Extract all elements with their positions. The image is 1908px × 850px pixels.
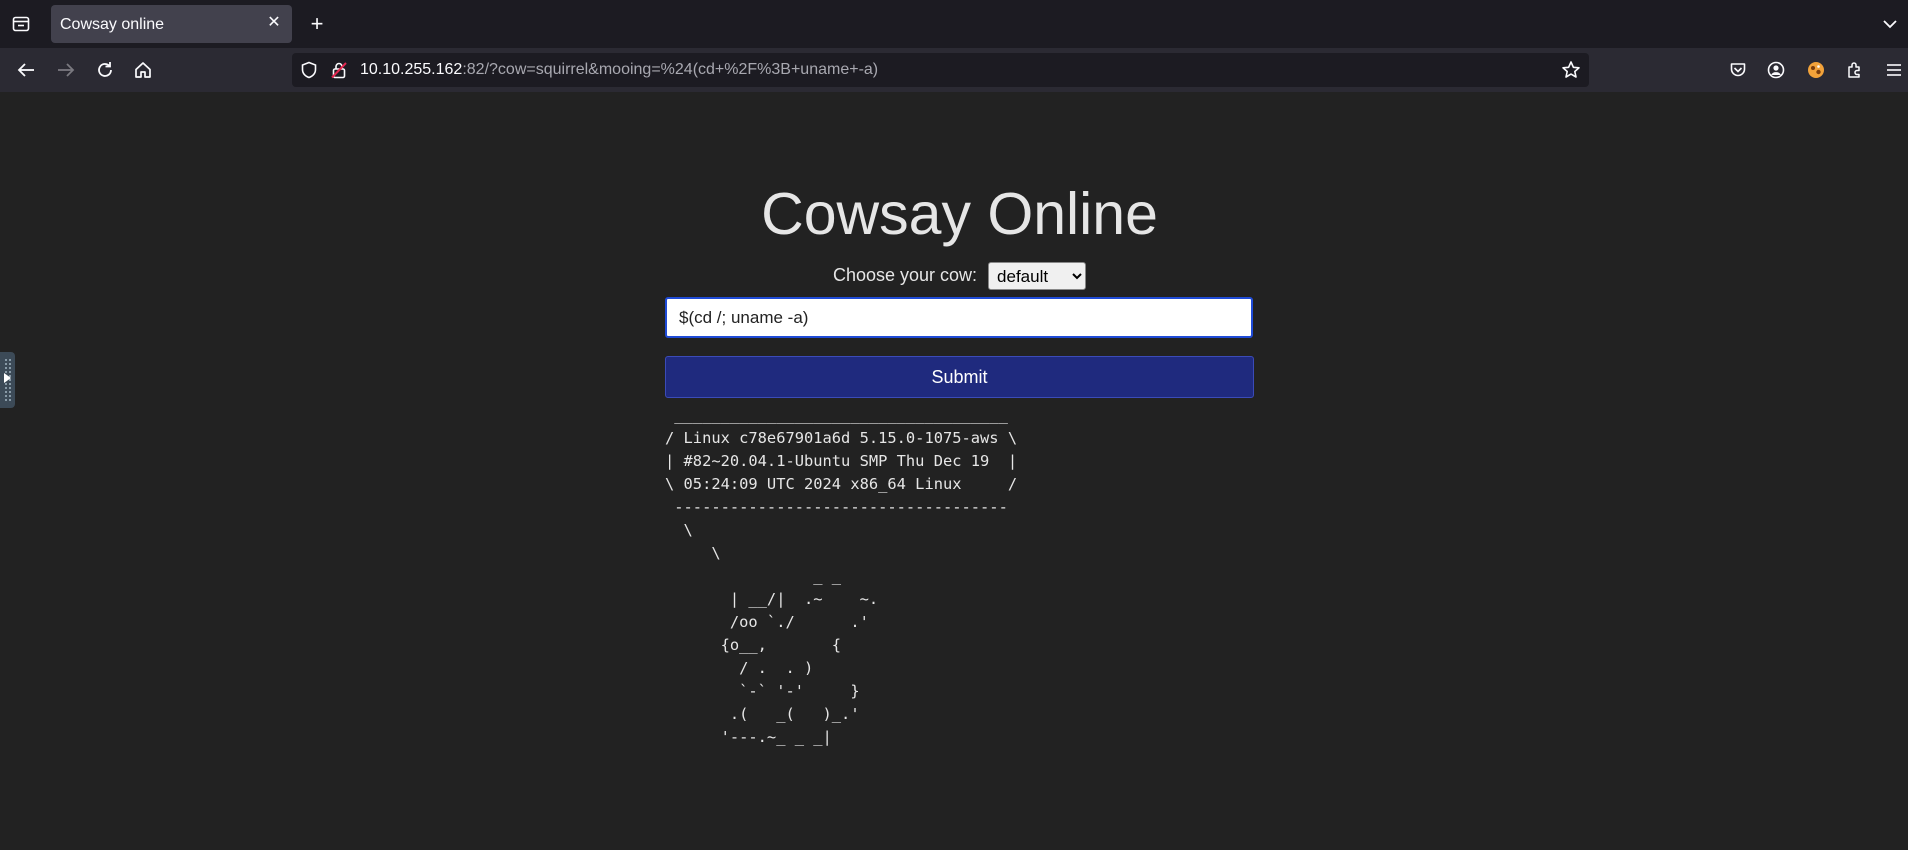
- plus-icon[interactable]: +: [305, 12, 329, 36]
- url-host: 10.10.255.162: [360, 61, 463, 78]
- submit-button[interactable]: Submit: [665, 356, 1254, 398]
- hamburger-menu-icon[interactable]: [1882, 58, 1906, 82]
- lock-icon[interactable]: [330, 61, 348, 79]
- chevron-down-icon[interactable]: [1878, 12, 1902, 36]
- url-text[interactable]: 10.10.255.162:82/?cow=squirrel&mooing=%2…: [360, 61, 878, 79]
- play-icon: [4, 373, 11, 383]
- account-icon[interactable]: [1764, 58, 1788, 82]
- mooing-input[interactable]: [665, 297, 1253, 338]
- extension-icon[interactable]: [1804, 58, 1828, 82]
- tab-cowsay-online[interactable]: Cowsay online ✕: [51, 5, 292, 43]
- tab-title: Cowsay online: [60, 16, 165, 33]
- sidebar-toggle[interactable]: [0, 352, 15, 408]
- pocket-icon[interactable]: [1726, 58, 1750, 82]
- page-title: Cowsay Online: [761, 181, 1158, 247]
- home-icon[interactable]: [131, 58, 155, 82]
- puzzle-icon[interactable]: [1843, 58, 1867, 82]
- tab-bar: Cowsay online ✕ +: [0, 0, 1908, 48]
- cowsay-output: ____________________________________ / L…: [665, 406, 1018, 746]
- reload-icon[interactable]: [93, 58, 117, 82]
- cow-select[interactable]: default: [988, 262, 1087, 290]
- cow-chooser: Choose your cow: default: [0, 262, 1908, 290]
- shield-icon[interactable]: [300, 61, 318, 79]
- navigation-bar: 10.10.255.162:82/?cow=squirrel&mooing=%2…: [0, 48, 1908, 92]
- arrow-left-icon[interactable]: [14, 58, 38, 82]
- list-all-tabs-icon[interactable]: [8, 12, 34, 36]
- close-icon[interactable]: ✕: [266, 15, 282, 31]
- cow-label: Choose your cow:: [832, 264, 978, 285]
- arrow-right-icon[interactable]: [54, 58, 78, 82]
- page-content: Cowsay Online Choose your cow: default S…: [0, 92, 1908, 850]
- url-bar[interactable]: 10.10.255.162:82/?cow=squirrel&mooing=%2…: [292, 53, 1589, 87]
- url-path: :82/?cow=squirrel&mooing=%24(cd+%2F%3B+u…: [462, 61, 879, 78]
- star-icon[interactable]: [1561, 60, 1581, 80]
